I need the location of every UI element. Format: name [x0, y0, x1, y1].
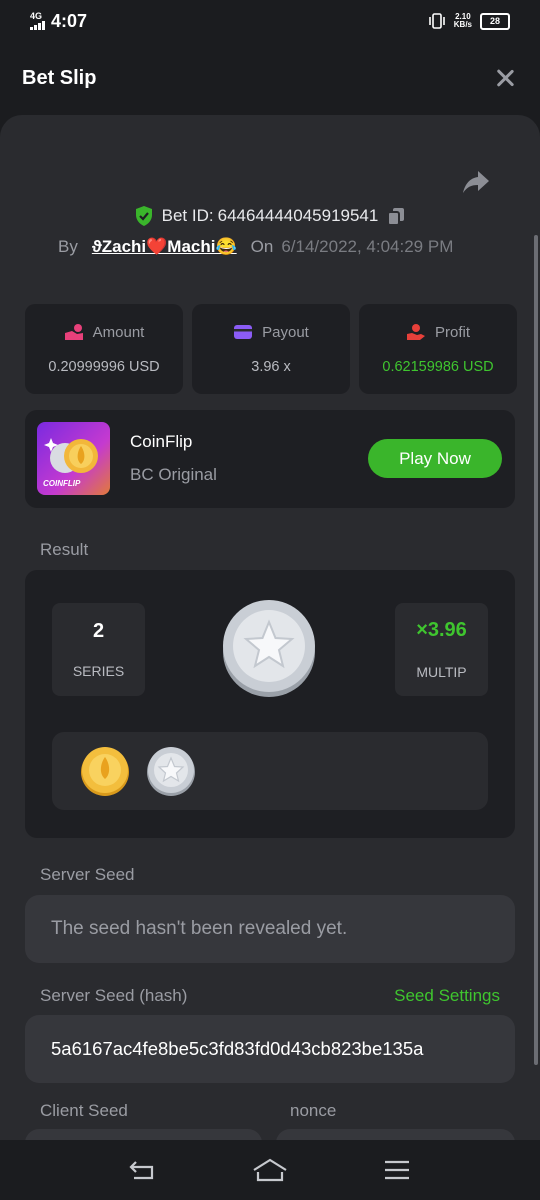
stat-payout-label: Payout — [262, 323, 309, 341]
vibrate-icon — [428, 13, 445, 29]
game-card: COINFLIP CoinFlip BC Original Play Now — [25, 410, 515, 508]
flip-history — [52, 732, 488, 810]
bet-date: 6/14/2022, 4:04:29 PM — [281, 237, 454, 256]
series-label: SERIES — [72, 663, 125, 679]
game-thumb-label: COINFLIP — [43, 479, 81, 488]
silver-coin-icon — [223, 600, 315, 697]
signal-bars-icon — [30, 21, 45, 30]
money-bag-icon — [64, 324, 83, 340]
game-thumbnail[interactable]: COINFLIP — [37, 422, 110, 495]
nonce-label: nonce — [290, 1101, 337, 1120]
gold-coin-icon — [81, 747, 129, 796]
copy-icon[interactable] — [386, 206, 406, 226]
stat-amount: Amount 0.20999996 USD — [25, 304, 183, 394]
stat-amount-value: 0.20999996 USD — [48, 359, 160, 375]
by-label: By — [58, 237, 78, 256]
network-speed: 2.10 KB/s — [454, 13, 472, 29]
stat-payout-header: Payout — [233, 324, 309, 341]
multiplier-value: ×3.96 — [416, 619, 467, 641]
seed-settings-link[interactable]: Seed Settings — [394, 986, 500, 1006]
series-box: 2 SERIES — [52, 603, 145, 696]
multiplier-label: MULTIP — [416, 664, 467, 680]
scrollbar[interactable] — [534, 235, 538, 1065]
clock: 4:07 — [51, 10, 88, 31]
network-type: 4G — [30, 11, 43, 21]
shield-check-icon — [135, 206, 152, 226]
username-link[interactable]: ϑZachi❤️Machi😂 — [92, 237, 237, 257]
bet-id-value: 64464444045919541 — [217, 206, 379, 225]
client-seed-field[interactable] — [25, 1129, 262, 1140]
bet-slip-panel[interactable]: Bet ID: 64464444045919541 By ϑZachi❤️Mac… — [0, 115, 540, 1140]
recents-button[interactable] — [377, 1155, 417, 1185]
menu-icon — [384, 1160, 409, 1180]
speed-unit: KB/s — [453, 20, 472, 29]
bet-id-label: Bet ID: — [161, 206, 214, 225]
page-title: Bet Slip — [22, 66, 97, 89]
bet-id-row: Bet ID: 64464444045919541 — [0, 205, 540, 227]
stat-profit: Profit 0.62159986 USD — [359, 304, 517, 394]
battery-level: 28 — [489, 16, 500, 26]
server-seed-field[interactable]: The seed hasn't been revealed yet. — [25, 895, 515, 963]
share-icon[interactable] — [462, 169, 490, 195]
result-label: Result — [40, 540, 89, 559]
on-label: On — [250, 237, 274, 256]
home-icon — [253, 1158, 287, 1182]
multiplier-box: ×3.96 MULTIP — [395, 603, 488, 696]
server-seed-hash-label: Server Seed (hash) — [40, 986, 188, 1005]
game-provider: BC Original — [130, 465, 217, 484]
server-seed-label: Server Seed — [40, 865, 135, 884]
result-box: 2 SERIES ×3.96 MULTIP — [25, 570, 515, 838]
nonce-field[interactable] — [276, 1129, 515, 1140]
stat-payout-value: 3.96 x — [251, 358, 291, 375]
close-icon[interactable] — [494, 67, 516, 89]
bet-stats: Amount 0.20999996 USD Payout 3.96 x Prof… — [25, 304, 517, 394]
bet-owner-row: By ϑZachi❤️Machi😂 On 6/14/2022, 4:04:29 … — [58, 237, 453, 257]
game-name: CoinFlip — [130, 432, 193, 451]
stat-profit-value: 0.62159986 USD — [382, 359, 494, 375]
back-icon — [129, 1161, 154, 1180]
stat-amount-header: Amount — [64, 323, 145, 341]
server-seed-hash-field[interactable]: 5a6167ac4fe8be5c3fd83fd0d43cb823be135a — [25, 1015, 515, 1083]
stat-profit-header: Profit — [406, 323, 470, 341]
status-bar: 4G 4:07 2.10 KB/s 28 — [0, 0, 540, 42]
client-seed-label: Client Seed — [40, 1101, 128, 1120]
back-button[interactable] — [123, 1155, 163, 1185]
hand-coin-icon — [406, 324, 425, 340]
stat-amount-label: Amount — [92, 323, 145, 341]
stat-profit-label: Profit — [434, 323, 470, 341]
play-now-button[interactable]: Play Now — [368, 439, 502, 478]
stat-payout: Payout 3.96 x — [192, 304, 350, 394]
status-left: 4G 4:07 — [30, 11, 87, 32]
system-nav-bar — [0, 1140, 540, 1200]
signal-indicator: 4G — [30, 12, 45, 30]
wallet-icon — [234, 325, 253, 339]
silver-coin-icon — [147, 747, 195, 796]
battery-icon: 28 — [480, 12, 510, 30]
header: Bet Slip — [0, 42, 540, 114]
status-right: 2.10 KB/s 28 — [428, 12, 510, 30]
home-button[interactable] — [250, 1155, 290, 1185]
series-value: 2 — [92, 620, 105, 642]
